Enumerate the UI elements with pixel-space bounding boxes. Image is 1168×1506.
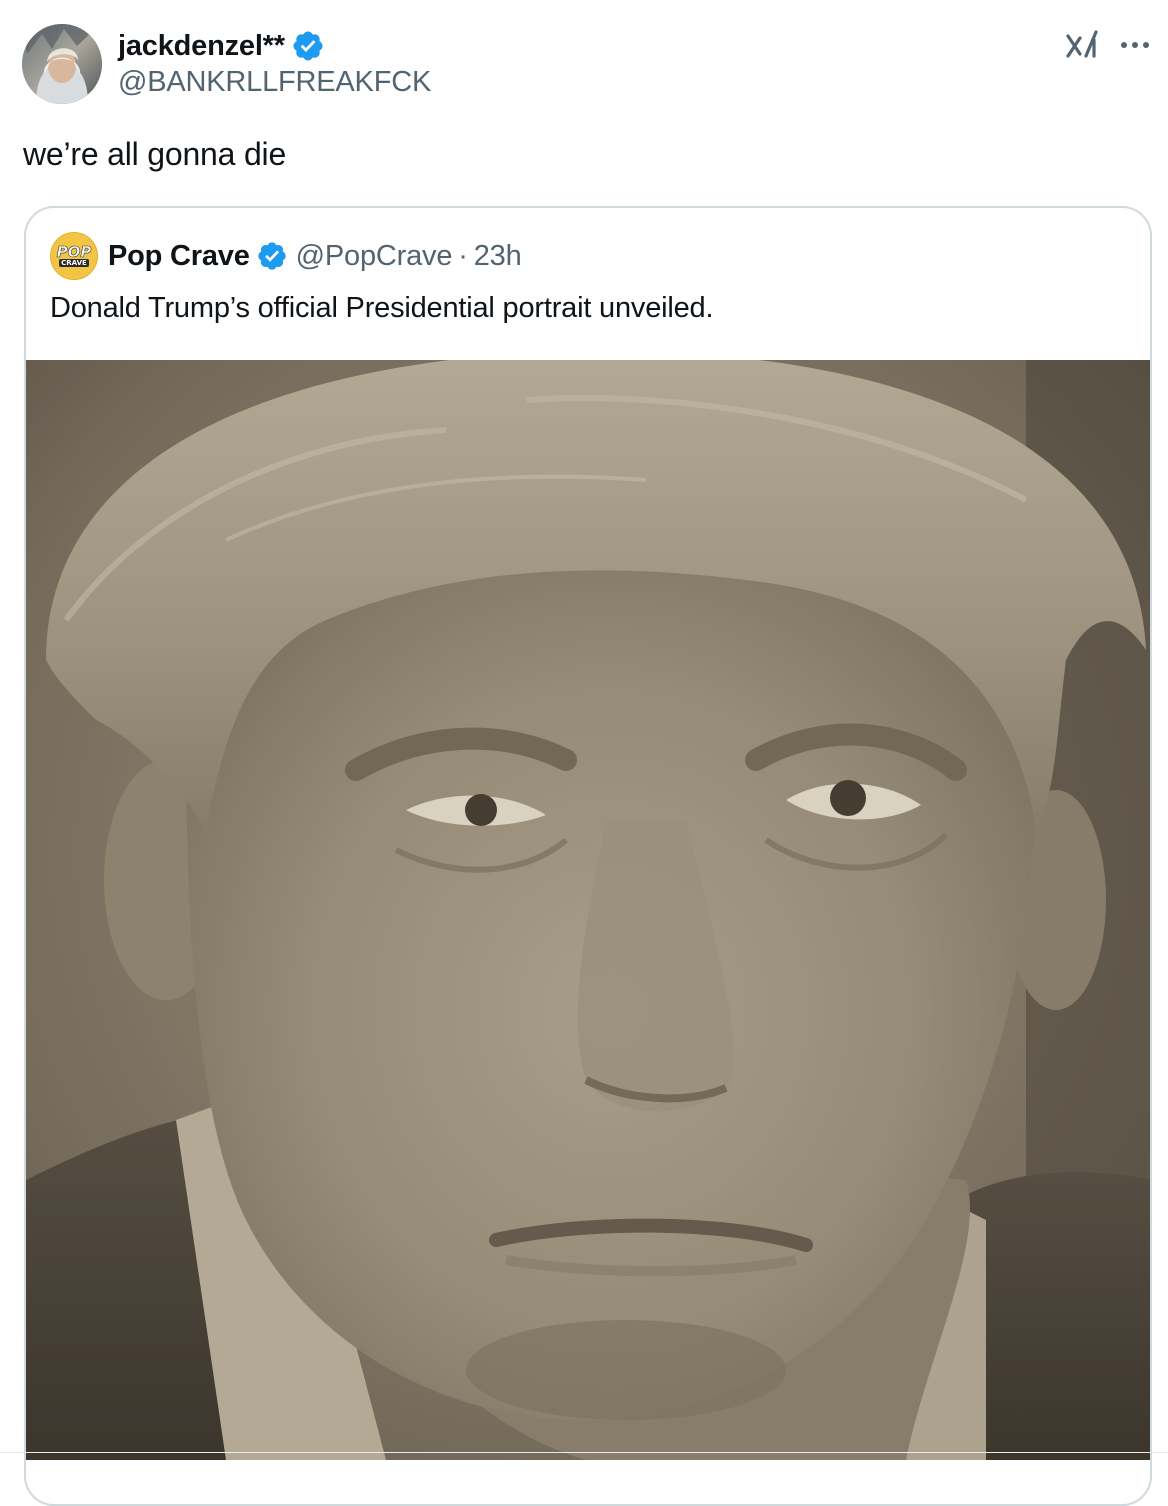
pop-crave-avatar[interactable]: POP CRAVE (50, 232, 98, 280)
verified-badge-icon[interactable] (256, 240, 288, 272)
separator-dot: · (458, 239, 468, 272)
avatar-logo-text-top: POP (56, 243, 92, 261)
divider (0, 1452, 1168, 1453)
author-handle[interactable]: @BANKRLLFREAKFCK (118, 66, 431, 99)
author-avatar-image (22, 24, 102, 104)
author-name-row: jackdenzel** (118, 26, 325, 66)
more-icon[interactable] (1116, 28, 1154, 62)
quoted-tweet[interactable]: POP CRAVE Pop Crave @PopCrave · 23h Dona… (24, 206, 1152, 1506)
quoted-tweet-text: Donald Trump’s official Presidential por… (50, 292, 714, 324)
author-avatar[interactable] (22, 24, 102, 104)
portrait-image (26, 360, 1150, 1460)
tweet-card: jackdenzel** @BANKRLLFREAKFCK we’re all … (0, 0, 1168, 1506)
quoted-tweet-photo[interactable] (26, 360, 1150, 1460)
grok-icon[interactable] (1064, 26, 1102, 64)
verified-badge-icon[interactable] (291, 29, 325, 63)
author-display-name[interactable]: jackdenzel** (118, 30, 285, 63)
quoted-timestamp[interactable]: 23h (474, 240, 522, 273)
quoted-display-name[interactable]: Pop Crave (108, 240, 250, 273)
tweet-text: we’re all gonna die (23, 136, 287, 172)
quoted-handle[interactable]: @PopCrave (296, 240, 453, 273)
quoted-tweet-header: POP CRAVE Pop Crave @PopCrave · 23h (50, 232, 522, 280)
avatar-logo-text-bottom: CRAVE (59, 259, 89, 267)
